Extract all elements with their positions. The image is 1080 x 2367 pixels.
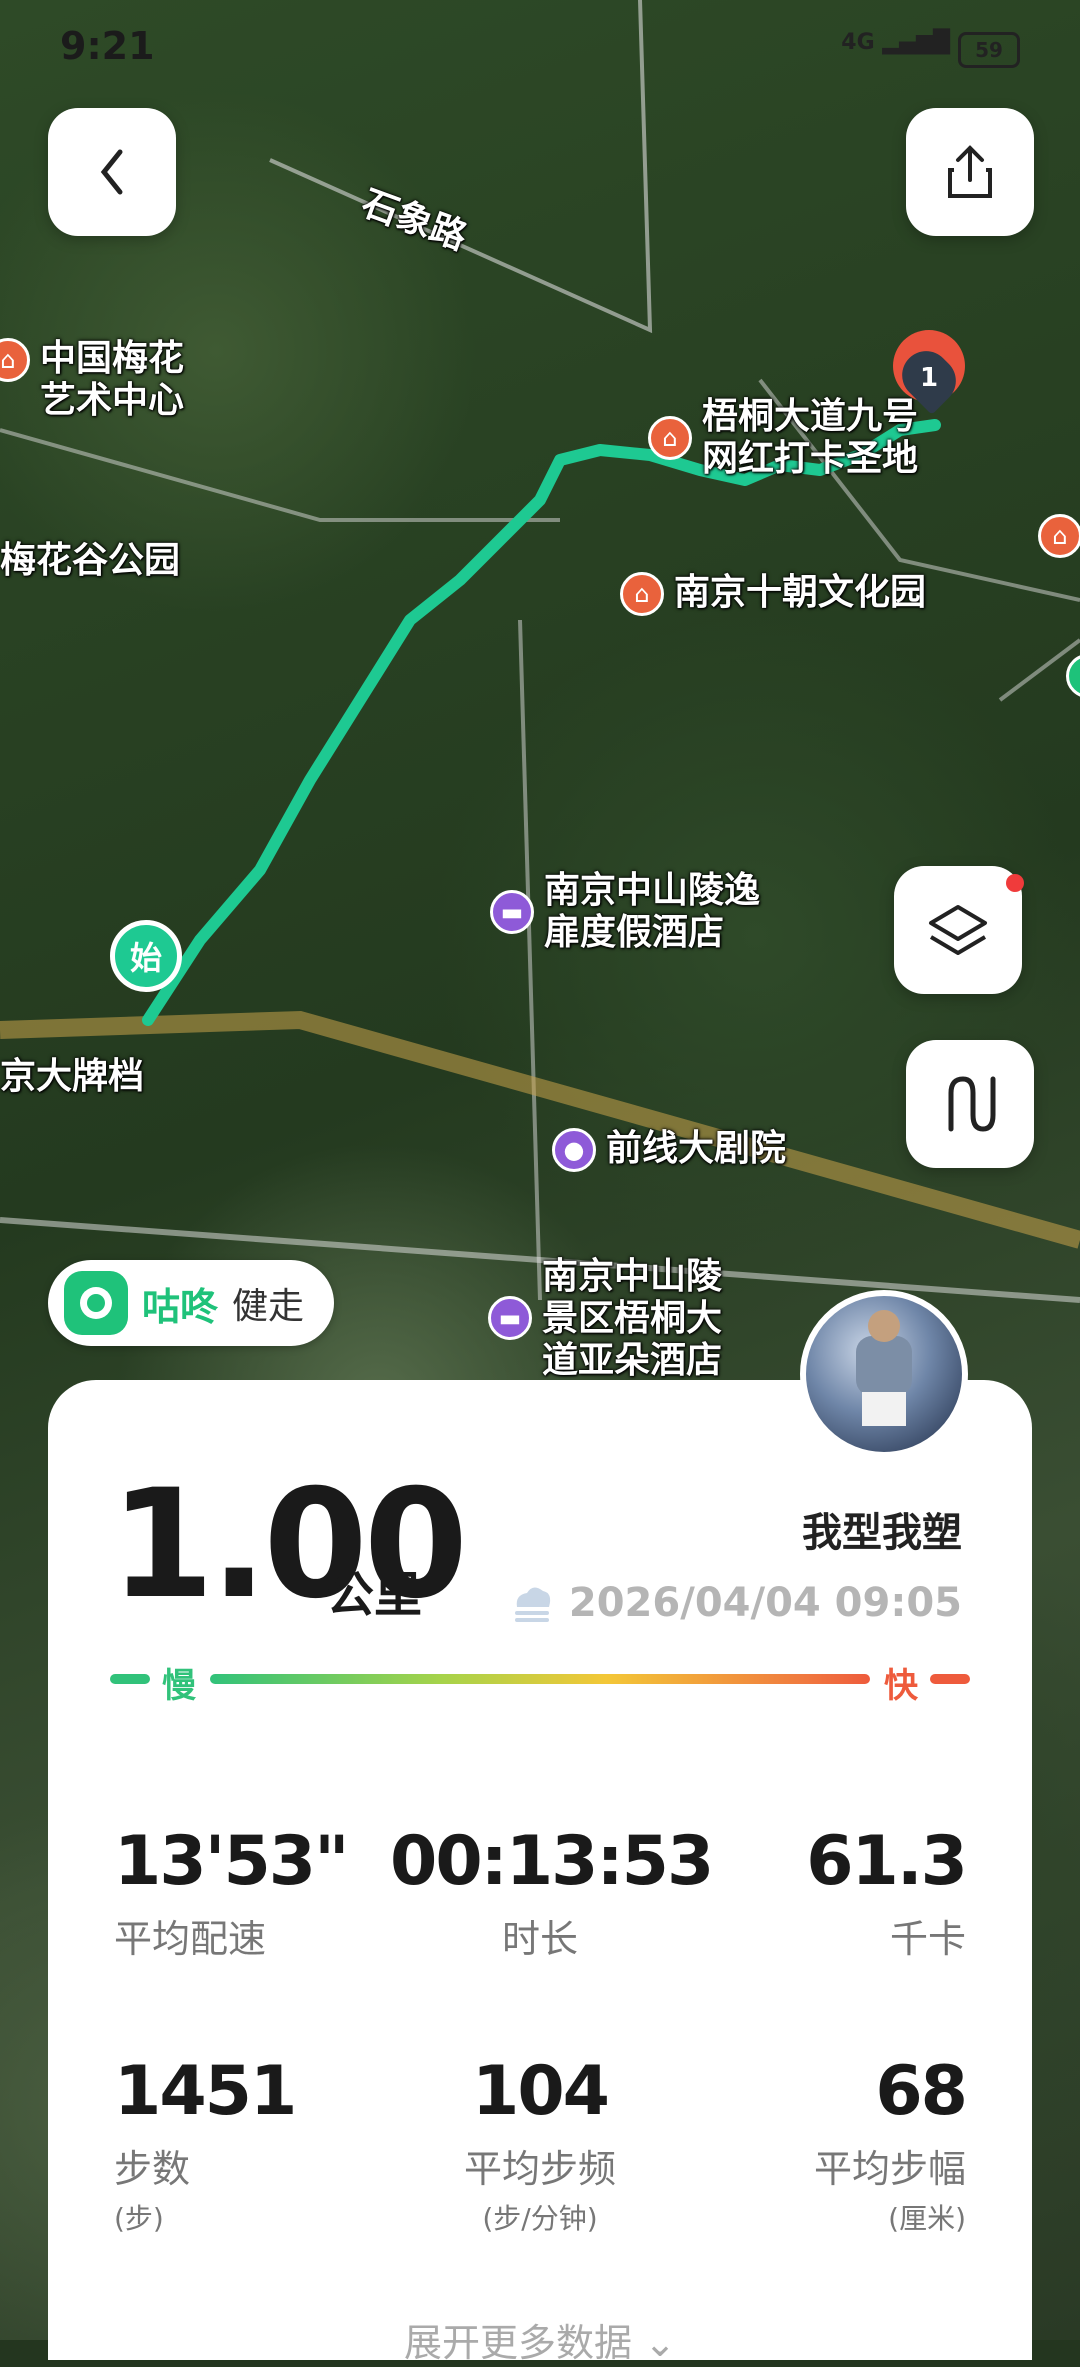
poi-wutong[interactable]: ⌂ 梧桐大道九号 网红打卡圣地 bbox=[648, 396, 918, 480]
app-badge: 咕咚 健走 bbox=[48, 1260, 335, 1346]
end-marker-number: 1 bbox=[919, 363, 939, 393]
stat-label: 平均配速 bbox=[114, 1917, 267, 1961]
notification-dot bbox=[1006, 874, 1024, 892]
datetime-text: 2026/04/04 09:05 bbox=[568, 1580, 962, 1626]
hotel-icon: ▬ bbox=[490, 890, 534, 934]
back-icon bbox=[100, 149, 123, 195]
poi-label: 南京十朝文化园 bbox=[674, 572, 927, 613]
poi-label: 前线大剧院 bbox=[606, 1128, 787, 1169]
stat-label: 千卡 bbox=[889, 1917, 966, 1961]
stat-value: 61.3 bbox=[806, 1822, 968, 1901]
distance-unit: 公里 bbox=[326, 1567, 423, 1623]
poi-shichao[interactable]: ⌂ 南京十朝文化园 bbox=[620, 572, 926, 616]
signal-indicator: 4G ▂▄▆█ bbox=[841, 30, 950, 55]
stat-unit: (厘米) bbox=[888, 2202, 966, 2235]
poi-label: 中国梅花 bbox=[40, 338, 185, 379]
avatar[interactable] bbox=[800, 1290, 968, 1458]
theatre-icon: ● bbox=[552, 1128, 596, 1172]
landmark-icon: ⌂ bbox=[648, 416, 692, 460]
hotel-icon: ▬ bbox=[488, 1296, 532, 1340]
poi-meihuagu[interactable]: 梅花谷公园 bbox=[0, 540, 180, 582]
expand-more-label: 展开更多数据 bbox=[404, 2321, 633, 2365]
workout-mode: 我型我塑 bbox=[802, 1510, 962, 1556]
pace-legend: 慢 快 bbox=[110, 1658, 970, 1706]
pace-bar-cap-right bbox=[930, 1674, 970, 1684]
back-button[interactable] bbox=[48, 108, 176, 236]
brand-name: 咕咚 bbox=[142, 1284, 219, 1329]
route-icon bbox=[948, 1076, 996, 1132]
pace-bar-cap-left bbox=[110, 1674, 150, 1684]
landmark-icon: ⌂ bbox=[0, 338, 30, 382]
share-button[interactable] bbox=[906, 108, 1034, 236]
weather-cloud-icon bbox=[514, 1587, 551, 1622]
stat-label: 时长 bbox=[501, 1917, 578, 1961]
poi-meihua-center[interactable]: ⌂ 中国梅花 艺术中心 bbox=[0, 338, 184, 422]
stat-unit: (步/分钟) bbox=[482, 2202, 598, 2235]
chevron-down-icon: ⌄ bbox=[644, 2321, 676, 2365]
status-time: 9:21 bbox=[60, 24, 155, 68]
status-bar: 9:21 4G ▂▄▆█ 59 bbox=[0, 0, 1080, 90]
stat-stride: 68 平均步幅 (厘米) bbox=[666, 2052, 968, 2237]
network-type: 4G bbox=[841, 30, 875, 55]
poi-label: 道亚朵酒店 bbox=[542, 1340, 723, 1381]
stat-label: 步数 bbox=[114, 2147, 191, 2191]
codoon-logo-icon bbox=[64, 1271, 128, 1335]
start-marker[interactable]: 始 bbox=[110, 920, 182, 992]
poi-theatre[interactable]: ● 前线大剧院 bbox=[552, 1128, 786, 1172]
workout-datetime: 2026/04/04 09:05 bbox=[507, 1580, 962, 1626]
poi-label: 南京中山陵逸 bbox=[544, 870, 761, 911]
stat-duration: 00:13:53 时长 bbox=[390, 1822, 714, 1963]
landmark-icon[interactable]: ⌂ bbox=[1038, 514, 1080, 558]
fast-label: 快 bbox=[884, 1666, 918, 1706]
stat-value: 1451 bbox=[114, 2052, 297, 2131]
poi-label: 扉度假酒店 bbox=[544, 912, 725, 953]
slow-label: 慢 bbox=[162, 1666, 196, 1706]
stat-value: 68 bbox=[875, 2052, 968, 2131]
activity-type: 健走 bbox=[232, 1286, 305, 1327]
stat-cadence: 104 平均步频 (步/分钟) bbox=[390, 2052, 690, 2237]
route-replay-button[interactable] bbox=[906, 1040, 1034, 1168]
poi-label: 梧桐大道九号 bbox=[702, 396, 919, 437]
battery-indicator: 59 bbox=[958, 32, 1020, 68]
share-icon bbox=[948, 145, 992, 198]
stat-unit: (步) bbox=[114, 2202, 164, 2235]
layers-icon bbox=[929, 905, 987, 955]
stat-avg-pace: 13'53" 平均配速 bbox=[114, 1822, 414, 1963]
layers-button[interactable] bbox=[894, 866, 1024, 994]
stat-label: 平均步幅 bbox=[813, 2147, 966, 2191]
poi-label: 艺术中心 bbox=[40, 380, 185, 421]
stat-value: 104 bbox=[472, 2052, 610, 2131]
landmark-icon: ⌂ bbox=[620, 572, 664, 616]
poi-dapaidang[interactable]: 京大牌档 bbox=[0, 1056, 144, 1098]
poi-label: 景区梧桐大 bbox=[542, 1298, 723, 1339]
poi-hotel1[interactable]: ▬ 南京中山陵逸 扉度假酒店 bbox=[490, 870, 760, 954]
stat-calories: 61.3 千卡 bbox=[666, 1822, 968, 1963]
stat-steps: 1451 步数 (步) bbox=[114, 2052, 414, 2237]
pace-gradient-bar bbox=[210, 1674, 870, 1684]
stat-label: 平均步频 bbox=[463, 2147, 616, 2191]
poi-hotel2[interactable]: ▬ 南京中山陵 景区梧桐大 道亚朵酒店 bbox=[488, 1256, 722, 1382]
stat-value: 13'53" bbox=[114, 1822, 350, 1901]
poi-label: 南京中山陵 bbox=[542, 1256, 723, 1297]
stat-value: 00:13:53 bbox=[390, 1822, 714, 1901]
poi-label: 网红打卡圣地 bbox=[702, 438, 919, 479]
